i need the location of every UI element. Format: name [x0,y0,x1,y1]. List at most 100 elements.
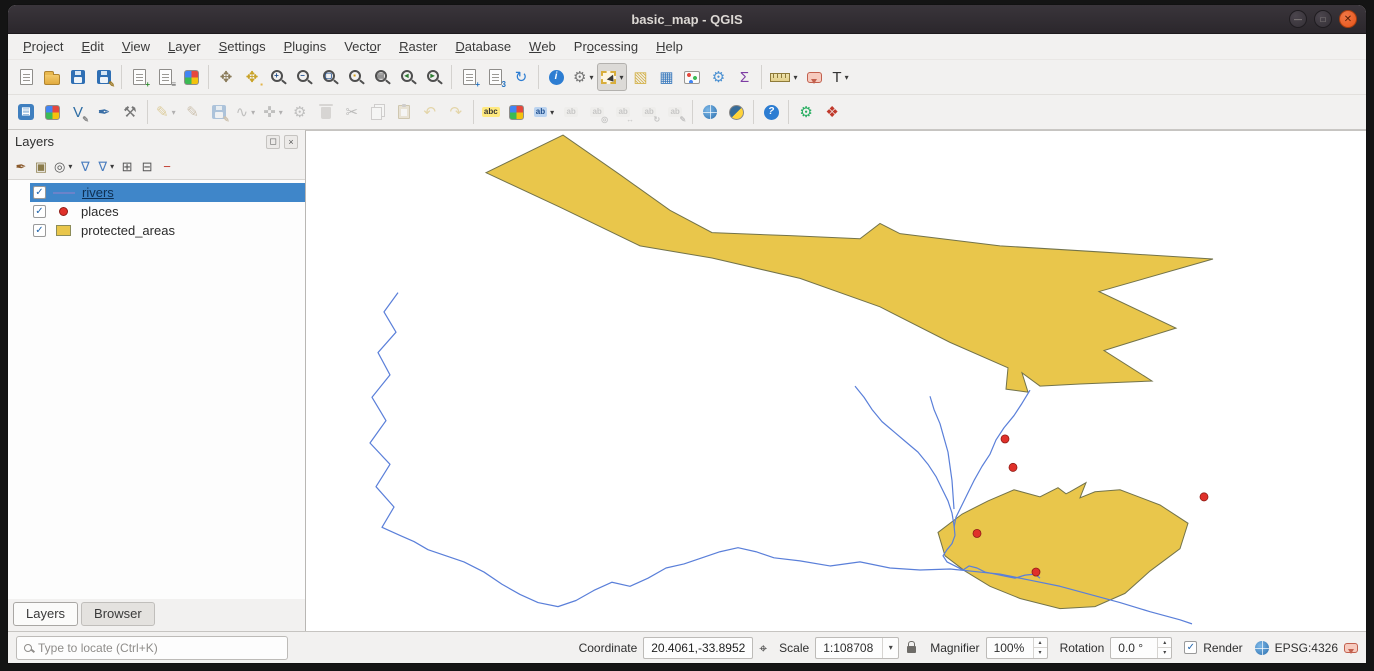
measure-line-button[interactable]: ▾ [766,63,801,91]
extents-toggle-icon[interactable]: ⌖ [759,641,767,655]
layer-labeling-button[interactable]: abc [478,98,504,126]
multiedit-attributes-button[interactable]: ⚙ [287,98,313,126]
metasearch-button[interactable] [697,98,723,126]
show-layout-manager-button[interactable]: ≡ [152,63,178,91]
open-data-source-manager-button[interactable]: ▤ [13,98,39,126]
select-features-dropdown[interactable]: ▾ [619,73,623,82]
add-vector-layer-button[interactable] [39,98,65,126]
identify-features-button[interactable]: i [543,63,569,91]
map-canvas[interactable] [305,130,1366,631]
rotate-label-button[interactable]: ab↻ [636,98,662,126]
layer-diagram-button[interactable] [504,98,530,126]
deselect-features-button[interactable]: ▧ [627,63,653,91]
collapse-all-button[interactable]: ⊟ [137,155,157,177]
menu-view[interactable]: View [113,34,159,59]
minimize-button[interactable]: — [1289,10,1307,28]
add-feature-button[interactable]: ∿▾ [232,98,260,126]
run-feature-action-dropdown[interactable]: ▾ [589,73,593,82]
refresh-map-button[interactable]: ↻ [508,63,534,91]
menu-layer[interactable]: Layer [159,34,210,59]
zoom-to-selection-button[interactable]: ▪ [343,63,369,91]
magnifier-up-icon[interactable]: ▴ [1034,638,1047,649]
text-annotation-dropdown[interactable]: ▾ [845,73,849,82]
new-shapefile-layer-button[interactable]: V✎ [65,98,91,126]
save-project-button[interactable] [65,63,91,91]
coordinate-input[interactable] [643,637,753,659]
pan-map-to-selection-button[interactable]: ✥▪ [239,63,265,91]
save-project-as-button[interactable]: ✎ [91,63,117,91]
save-layer-edits-button[interactable]: ✎ [206,98,232,126]
labeling-options-dropdown[interactable]: ▾ [550,108,554,117]
messages-icon[interactable] [1344,643,1358,653]
rotation-up-icon[interactable]: ▴ [1158,638,1171,649]
move-label-button[interactable]: ab↔ [610,98,636,126]
style-manager-button[interactable] [178,63,204,91]
map-tips-button[interactable] [802,63,828,91]
show-hide-labels-button[interactable]: ab◎ [584,98,610,126]
current-edits-dropdown[interactable]: ▾ [172,108,176,117]
magnifier-spinbox[interactable]: 100% ▴ ▾ [986,637,1048,659]
menu-edit[interactable]: Edit [72,34,112,59]
title-bar[interactable]: basic_map - QGIS — □ ✕ [8,5,1366,34]
menu-vector[interactable]: Vector [335,34,390,59]
manage-map-themes-button[interactable]: ◎▾ [51,155,75,177]
maximize-button[interactable]: □ [1314,10,1332,28]
open-layer-styling-button[interactable]: ✒ [11,155,31,177]
open-attribute-table-button[interactable]: ▦ [653,63,679,91]
layer-visibility-checkbox[interactable]: ✓ [33,205,46,218]
render-checkbox[interactable]: ✓ [1184,641,1197,654]
delete-selected-button[interactable] [313,98,339,126]
measure-line-dropdown[interactable]: ▾ [793,73,797,82]
crs-globe-icon[interactable] [1255,641,1269,655]
scale-combo[interactable]: 1:108708 ▾ [815,637,899,659]
python-console-button[interactable] [723,98,749,126]
panel-close-button[interactable]: × [284,135,298,149]
tab-layers[interactable]: Layers [13,602,78,626]
magnifier-down-icon[interactable]: ▾ [1034,648,1047,658]
new-spatialite-layer-button[interactable]: ✒ [91,98,117,126]
paste-features-button[interactable] [391,98,417,126]
new-project-button[interactable] [13,63,39,91]
cut-features-button[interactable]: ✂ [339,98,365,126]
zoom-full-extent-button[interactable]: ▢ [317,63,343,91]
run-feature-action-button[interactable]: ⚙▾ [569,63,597,91]
vertex-tool-button[interactable]: ✜▾ [259,98,287,126]
current-edits-button[interactable]: ✎▾ [152,98,180,126]
zoom-in-button[interactable]: + [265,63,291,91]
zoom-last-button[interactable]: ◂ [395,63,421,91]
zoom-out-button[interactable]: − [291,63,317,91]
select-features-button[interactable]: ▾ [597,63,627,91]
menu-settings[interactable]: Settings [210,34,275,59]
menu-web[interactable]: Web [520,34,565,59]
processing-toolbox-button[interactable]: ⚙ [793,98,819,126]
add-group-button[interactable]: ▣ [31,155,51,177]
layer-row-rivers[interactable]: ✓rivers [30,183,305,202]
menu-help[interactable]: Help [647,34,692,59]
scale-dropdown-icon[interactable]: ▾ [882,638,898,658]
redo-button[interactable]: ↷ [443,98,469,126]
rotation-spinbox[interactable]: 0.0 ° ▴ ▾ [1110,637,1172,659]
undo-button[interactable]: ↶ [417,98,443,126]
expand-all-button[interactable]: ⊞ [117,155,137,177]
magnifier-lock-icon[interactable] [907,646,916,653]
menu-plugins[interactable]: Plugins [275,34,336,59]
layer-row-places[interactable]: ✓places [30,202,305,221]
show-statistical-summary-button[interactable]: Σ [731,63,757,91]
locator-bar[interactable] [16,636,288,660]
new-temporary-scratch-layer-button[interactable]: ⚒ [117,98,143,126]
zoom-to-layer-button[interactable]: ▤ [369,63,395,91]
add-feature-dropdown[interactable]: ▾ [251,108,255,117]
filter-legend-button[interactable]: ∇ [75,155,95,177]
tab-browser[interactable]: Browser [81,602,155,626]
locator-input[interactable] [38,641,280,655]
layer-visibility-checkbox[interactable]: ✓ [33,186,46,199]
help-contents-button[interactable]: ? [758,98,784,126]
panel-float-button[interactable]: ◻ [266,135,280,149]
filter-by-expression-dropdown[interactable]: ▾ [110,162,114,171]
menu-processing[interactable]: Processing [565,34,647,59]
remove-layer-button[interactable]: − [157,155,177,177]
zoom-next-button[interactable]: ▸ [421,63,447,91]
filter-by-expression-button[interactable]: ∇▾ [95,155,117,177]
grass-tools-button[interactable]: ❖ [819,98,845,126]
copy-features-button[interactable] [365,98,391,126]
